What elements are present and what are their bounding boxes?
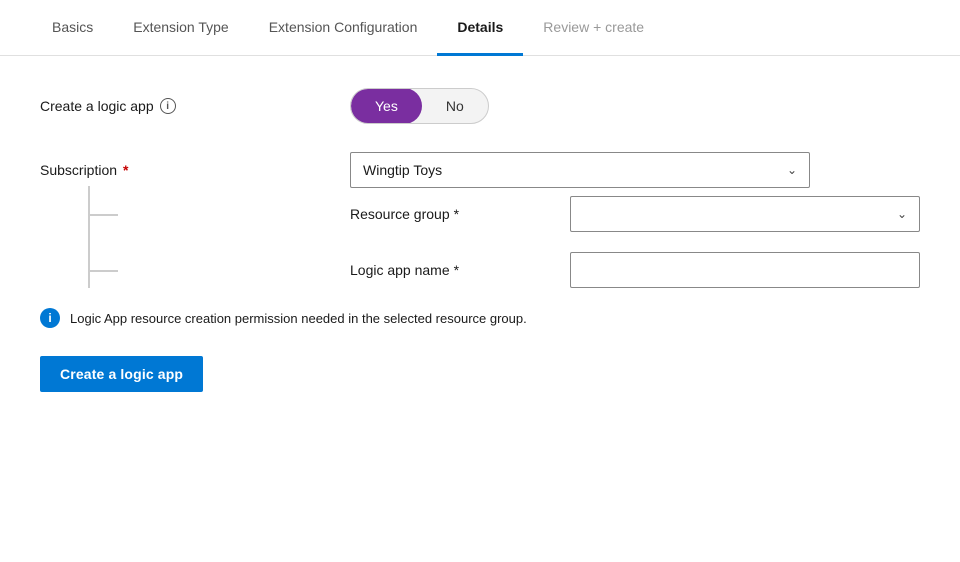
logic-app-name-required-star: * xyxy=(454,262,459,278)
indented-fields-container: Resource group * ⌄ Logic app name * xyxy=(350,196,920,288)
logic-app-name-row: Logic app name * xyxy=(350,252,920,288)
logic-app-name-label-text: Logic app name xyxy=(350,262,450,278)
subscription-chevron-icon: ⌄ xyxy=(787,163,797,177)
logic-app-name-label: Logic app name * xyxy=(350,262,570,278)
tab-review-create[interactable]: Review + create xyxy=(523,1,664,56)
resource-group-label-text: Resource group xyxy=(350,206,450,222)
main-content: Create a logic app i Yes No Subscription… xyxy=(0,56,960,424)
toggle-no[interactable]: No xyxy=(422,88,488,124)
subscription-value: Wingtip Toys xyxy=(363,162,442,178)
logic-app-label: Create a logic app i xyxy=(40,98,350,114)
tab-details[interactable]: Details xyxy=(437,1,523,56)
subscription-label: Subscription * xyxy=(40,162,350,178)
info-message-text: Logic App resource creation permission n… xyxy=(70,311,527,326)
toggle-yes[interactable]: Yes xyxy=(351,88,422,124)
tab-extension-configuration[interactable]: Extension Configuration xyxy=(249,1,438,56)
subscription-required-star: * xyxy=(123,162,128,178)
subscription-label-text: Subscription xyxy=(40,162,117,178)
yes-no-toggle[interactable]: Yes No xyxy=(350,88,489,124)
resource-group-row: Resource group * ⌄ xyxy=(350,196,920,232)
resource-group-label: Resource group * xyxy=(350,206,570,222)
resource-group-chevron-icon: ⌄ xyxy=(897,207,907,221)
resource-group-required-star: * xyxy=(454,206,459,222)
h-line-resource xyxy=(88,214,118,216)
resource-group-dropdown[interactable]: ⌄ xyxy=(570,196,920,232)
logic-app-name-input[interactable] xyxy=(570,252,920,288)
subscription-row: Subscription * Wingtip Toys ⌄ xyxy=(40,152,920,188)
logic-app-toggle-row: Create a logic app i Yes No xyxy=(40,88,920,124)
subscription-dropdown[interactable]: Wingtip Toys ⌄ xyxy=(350,152,810,188)
info-message: i Logic App resource creation permission… xyxy=(40,308,920,328)
logic-app-info-icon[interactable]: i xyxy=(160,98,176,114)
vertical-line xyxy=(88,186,90,288)
logic-app-label-text: Create a logic app xyxy=(40,98,154,114)
tab-extension-type[interactable]: Extension Type xyxy=(113,1,248,56)
info-message-icon: i xyxy=(40,308,60,328)
create-logic-app-button[interactable]: Create a logic app xyxy=(40,356,203,392)
h-line-logicapp xyxy=(88,270,118,272)
tab-basics[interactable]: Basics xyxy=(32,1,113,56)
nav-tabs: Basics Extension Type Extension Configur… xyxy=(0,0,960,56)
